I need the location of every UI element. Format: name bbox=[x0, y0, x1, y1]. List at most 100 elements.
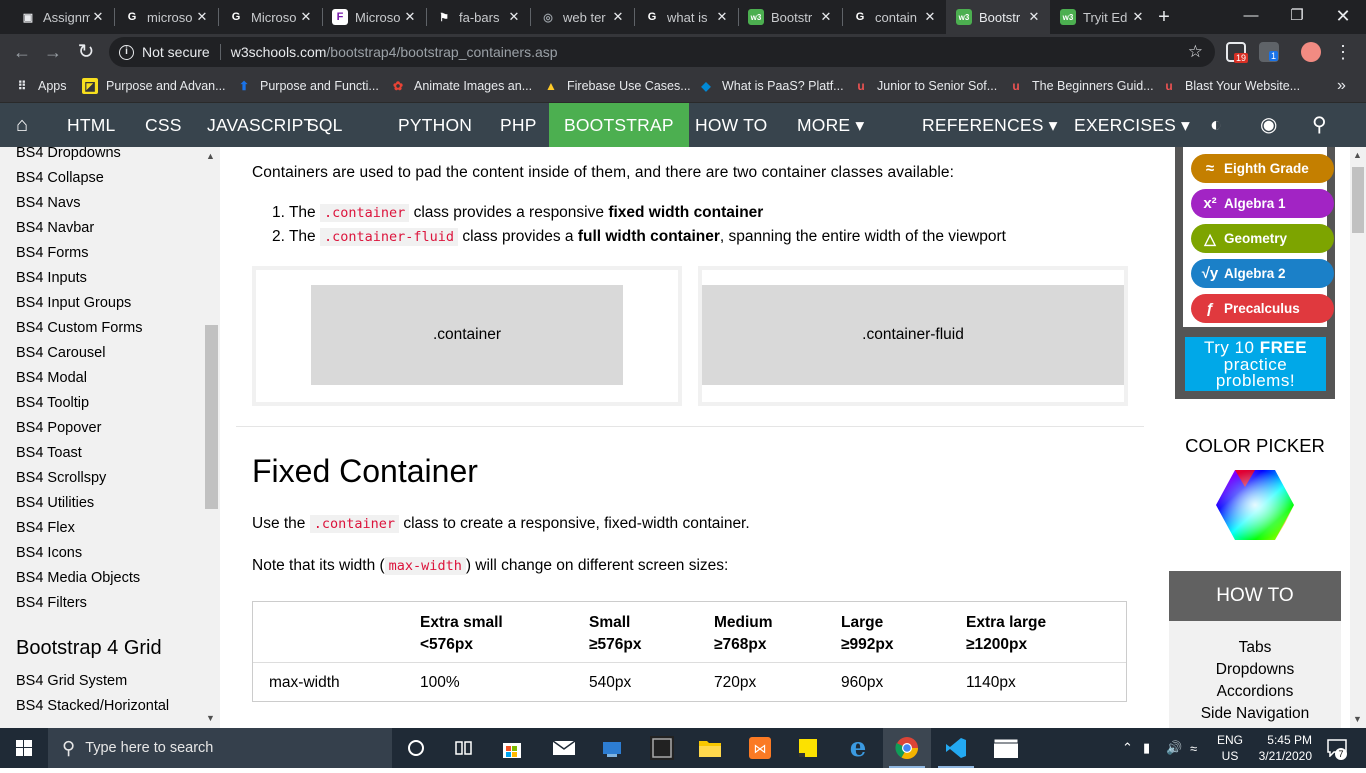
profile-avatar[interactable] bbox=[1301, 42, 1321, 62]
tab-close-icon[interactable]: ✕ bbox=[922, 9, 938, 25]
browser-tab[interactable]: w3 Bootstr ✕ bbox=[946, 0, 1050, 34]
mail-icon[interactable] bbox=[540, 728, 588, 768]
sidebar-item[interactable]: BS4 Modal bbox=[16, 370, 87, 386]
browser-tab[interactable]: F Microso ✕ bbox=[322, 0, 426, 34]
page-scrollbar-thumb[interactable] bbox=[1352, 167, 1364, 233]
nav-css[interactable]: CSS bbox=[130, 103, 197, 147]
reload-icon[interactable]: ↻ bbox=[74, 40, 98, 64]
color-picker-wheel-icon[interactable] bbox=[1215, 469, 1295, 541]
page-scroll-down-icon[interactable]: ▼ bbox=[1353, 714, 1362, 724]
bookmark-item[interactable]: ✿ Animate Images an... bbox=[390, 70, 532, 102]
tab-close-icon[interactable]: ✕ bbox=[298, 9, 314, 25]
volume-icon[interactable]: 🔊 bbox=[1166, 728, 1182, 768]
sidebar-scrollbar-thumb[interactable] bbox=[205, 325, 218, 509]
browser-tab[interactable]: w3 Tryit Ed ✕ bbox=[1050, 0, 1154, 34]
input-language[interactable]: ENG US bbox=[1215, 728, 1245, 768]
sidebar-item[interactable]: BS4 Media Objects bbox=[16, 570, 140, 586]
bookmark-item[interactable]: u Blast Your Website... bbox=[1161, 70, 1300, 102]
tray-chevron-icon[interactable]: ⌃ bbox=[1122, 728, 1133, 768]
sidebar-item[interactable]: BS4 Icons bbox=[16, 545, 82, 561]
new-tab-button[interactable]: + bbox=[1150, 3, 1178, 31]
close-window-button[interactable]: ✕ bbox=[1320, 0, 1366, 34]
minimize-button[interactable]: — bbox=[1228, 0, 1274, 34]
sidebar-item[interactable]: BS4 Filters bbox=[16, 595, 87, 611]
tab-close-icon[interactable]: ✕ bbox=[818, 9, 834, 25]
sidebar-item[interactable]: BS4 Inputs bbox=[16, 270, 87, 286]
cortana-icon[interactable] bbox=[392, 728, 440, 768]
scroll-up-arrow-icon[interactable]: ▲ bbox=[206, 151, 215, 161]
sidebar-item[interactable]: BS4 Flex bbox=[16, 520, 75, 536]
chrome-icon[interactable] bbox=[883, 728, 931, 768]
math-course-pill[interactable]: ƒ Precalculus bbox=[1191, 294, 1334, 323]
browser-tab[interactable]: Gmicroso ✕ bbox=[114, 0, 218, 34]
xampp-icon[interactable]: ⋈ bbox=[736, 728, 784, 768]
sticky-notes-icon[interactable] bbox=[784, 728, 832, 768]
browser-tab[interactable]: G Microso ✕ bbox=[218, 0, 322, 34]
extension-chat-icon[interactable]: 19 bbox=[1226, 42, 1249, 63]
sidebar-item[interactable]: BS4 Input Groups bbox=[16, 295, 131, 311]
task-view-icon[interactable] bbox=[440, 728, 488, 768]
tab-close-icon[interactable]: ✕ bbox=[194, 9, 210, 25]
file-explorer-icon[interactable] bbox=[686, 728, 734, 768]
howto-link[interactable]: Tabs bbox=[1169, 639, 1341, 657]
sidebar-item[interactable]: BS4 Grid System bbox=[16, 673, 127, 689]
media-app-icon[interactable] bbox=[638, 728, 686, 768]
bookmark-item[interactable]: u The Beginners Guid... bbox=[1008, 70, 1153, 102]
sidebar-item[interactable]: BS4 Collapse bbox=[16, 170, 104, 186]
clock[interactable]: 5:45 PM 3/21/2020 bbox=[1252, 728, 1312, 768]
browser-tab[interactable]: ⚑ fa-bars ✕ bbox=[426, 0, 530, 34]
windows-start-button[interactable] bbox=[0, 728, 48, 768]
sidebar-item[interactable]: BS4 Navbar bbox=[16, 220, 94, 236]
restore-button[interactable]: ❐ bbox=[1274, 0, 1320, 34]
tab-close-icon[interactable]: ✕ bbox=[506, 9, 522, 25]
tab-close-icon[interactable]: ✕ bbox=[1130, 9, 1146, 25]
battery-icon[interactable]: ▮ bbox=[1143, 728, 1150, 768]
math-course-pill[interactable]: △ Geometry bbox=[1191, 224, 1334, 253]
sidebar-item[interactable]: BS4 Utilities bbox=[16, 495, 94, 511]
practice-promo-button[interactable]: Try 10 FREE practice problems! bbox=[1185, 337, 1326, 391]
sidebar-item[interactable]: BS4 Tooltip bbox=[16, 395, 89, 411]
people-app-icon[interactable] bbox=[588, 728, 636, 768]
globe-icon[interactable]: ◉ bbox=[1245, 103, 1293, 147]
browser-tab[interactable]: ◎ web ter ✕ bbox=[530, 0, 634, 34]
back-icon[interactable]: ← bbox=[10, 40, 34, 64]
bookmark-item[interactable]: ⬆ Purpose and Functi... bbox=[236, 70, 379, 102]
nav-html[interactable]: HTML bbox=[52, 103, 130, 147]
tab-close-icon[interactable]: ✕ bbox=[90, 9, 106, 25]
bookmark-item[interactable]: ◆ What is PaaS? Platf... bbox=[698, 70, 843, 102]
sidebar-item[interactable]: BS4 Popover bbox=[16, 420, 101, 436]
site-info-icon[interactable]: i bbox=[119, 44, 134, 60]
math-course-pill[interactable]: √y Algebra 2 bbox=[1191, 259, 1334, 288]
scroll-down-arrow-icon[interactable]: ▼ bbox=[206, 713, 215, 723]
bookmark-item[interactable]: ▲ Firebase Use Cases... bbox=[543, 70, 691, 102]
nav-bootstrap[interactable]: BOOTSTRAP bbox=[549, 103, 689, 147]
sidebar-item[interactable]: BS4 Carousel bbox=[16, 345, 105, 361]
browser-tab[interactable]: ▣ Assignm ✕ bbox=[10, 0, 114, 34]
nav-more-dropdown[interactable]: MORE ▾ bbox=[782, 103, 879, 147]
sidebar-item[interactable]: BS4 Toast bbox=[16, 445, 82, 461]
microsoft-store-icon[interactable] bbox=[488, 728, 536, 768]
sidebar-item[interactable]: BS4 Forms bbox=[16, 245, 89, 261]
howto-link[interactable]: Dropdowns bbox=[1169, 661, 1341, 679]
page-scrollbar[interactable] bbox=[1350, 147, 1366, 728]
math-course-pill[interactable]: x² Algebra 1 bbox=[1191, 189, 1334, 218]
sidebar-item[interactable]: BS4 Stacked/Horizontal bbox=[16, 698, 169, 714]
nav-python[interactable]: PYTHON bbox=[383, 103, 487, 147]
home-icon[interactable]: ⌂ bbox=[0, 103, 44, 147]
tab-close-icon[interactable]: ✕ bbox=[610, 9, 626, 25]
edge-icon[interactable]: e bbox=[834, 728, 882, 768]
bookmarks-overflow-icon[interactable]: » bbox=[1337, 70, 1346, 102]
taskbar-search-box[interactable]: ⚲ Type here to search bbox=[48, 728, 392, 768]
vscode-icon[interactable] bbox=[932, 728, 980, 768]
math-course-pill[interactable]: ≈ Eighth Grade bbox=[1191, 154, 1334, 183]
browser-tab[interactable]: Gcontain ✕ bbox=[842, 0, 946, 34]
page-scroll-up-icon[interactable]: ▲ bbox=[1353, 150, 1362, 160]
browser-tab[interactable]: w3 Bootstr ✕ bbox=[738, 0, 842, 34]
menu-kebab-icon[interactable]: ⋮ bbox=[1331, 40, 1355, 64]
action-center-icon[interactable]: 7 bbox=[1322, 728, 1352, 768]
tab-close-icon[interactable]: ✕ bbox=[714, 9, 730, 25]
tab-close-icon[interactable]: ✕ bbox=[1026, 9, 1042, 25]
howto-link[interactable]: Accordions bbox=[1169, 683, 1341, 701]
sidebar-item[interactable]: BS4 Scrollspy bbox=[16, 470, 106, 486]
nav-sql[interactable]: SQL bbox=[292, 103, 358, 147]
